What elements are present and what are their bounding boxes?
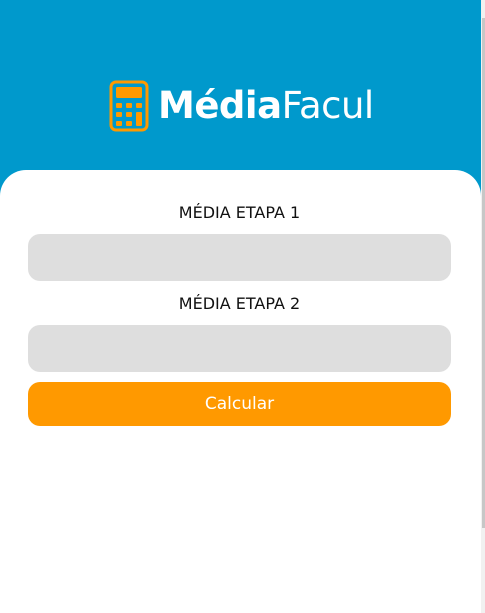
app-title: MédiaFacul xyxy=(158,79,374,133)
app-logo: MédiaFacul xyxy=(109,79,374,133)
stage2-input[interactable] xyxy=(28,325,451,372)
calculator-icon xyxy=(109,80,149,132)
stage2-label: MÉDIA ETAPA 2 xyxy=(178,294,301,313)
app-title-light: Facul xyxy=(281,84,375,127)
calculate-button[interactable]: Calcular xyxy=(28,382,451,426)
scrollbar[interactable] xyxy=(481,0,485,613)
stage1-label: MÉDIA ETAPA 1 xyxy=(178,203,301,222)
stage1-input[interactable] xyxy=(28,234,451,281)
app-title-bold: Média xyxy=(158,84,282,127)
